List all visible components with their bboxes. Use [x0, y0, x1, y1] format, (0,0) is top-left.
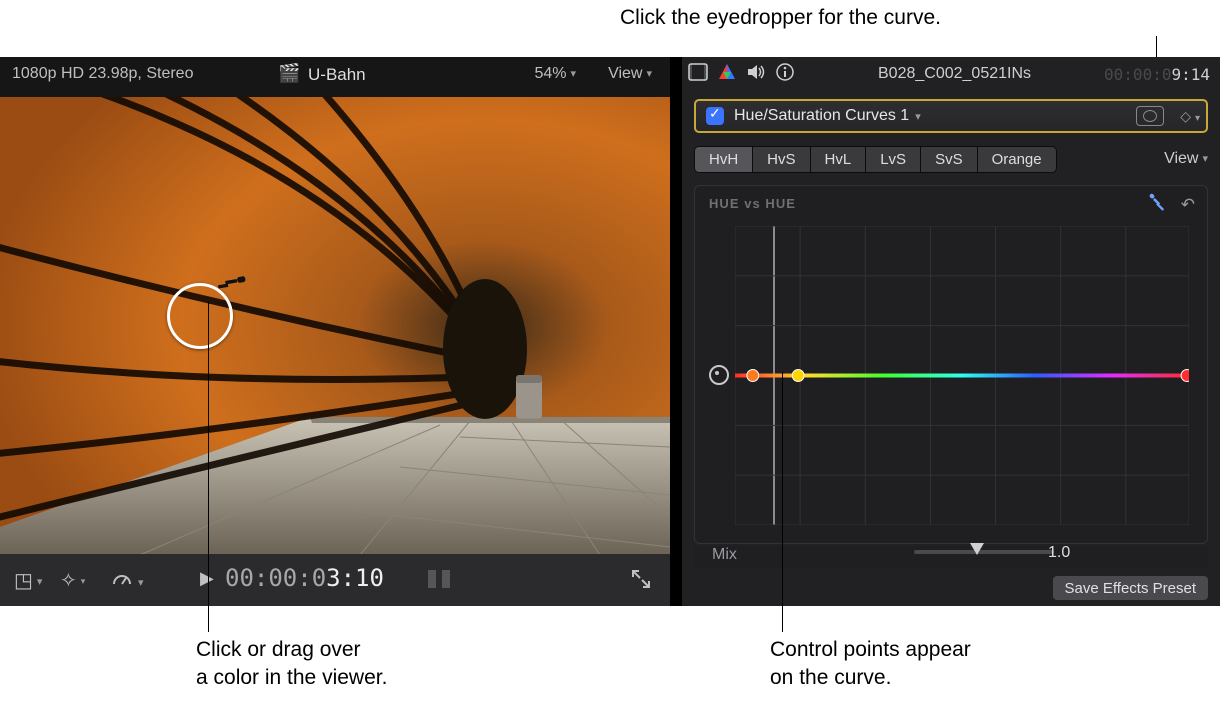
mix-slider-thumb[interactable]: [970, 543, 984, 555]
callout-viewer: Click or drag overa color in the viewer.: [196, 636, 387, 693]
tab-lvs[interactable]: LvS: [866, 147, 921, 172]
app-window: 1080p HD 23.98p, Stereo 🎬 U-Bahn 54%▾ Vi…: [0, 57, 1220, 606]
inspector-topbar: B028_C002_0521INs 00:00:09:14: [688, 63, 1214, 89]
effect-enable-checkbox[interactable]: [706, 107, 724, 125]
curve-panel: HUE vs HUE ↶: [694, 185, 1208, 544]
reset-curve-button[interactable]: ↶: [1181, 195, 1195, 215]
viewer-image: [0, 97, 670, 555]
tab-hvs[interactable]: HvS: [753, 147, 810, 172]
curve-view-menu[interactable]: View▾: [1164, 150, 1208, 168]
color-inspector-icon[interactable]: [718, 63, 736, 86]
tab-orange[interactable]: Orange: [978, 147, 1056, 172]
tab-hvl[interactable]: HvL: [811, 147, 867, 172]
tab-svs[interactable]: SvS: [921, 147, 978, 172]
mix-value[interactable]: 1.0: [1048, 544, 1070, 562]
effect-name[interactable]: Hue/Saturation Curves 1▾: [734, 107, 921, 125]
transform-menu[interactable]: ◳▾: [14, 568, 42, 593]
viewer-pane: 1080p HD 23.98p, Stereo 🎬 U-Bahn 54%▾ Vi…: [0, 57, 670, 606]
tab-hvh[interactable]: HvH: [695, 147, 753, 172]
save-effects-preset-button[interactable]: Save Effects Preset: [1053, 576, 1208, 600]
inspector-clip-name: B028_C002_0521INs: [878, 65, 1031, 83]
info-inspector-icon[interactable]: [776, 63, 794, 86]
play-button[interactable]: ▶: [200, 568, 214, 589]
viewer-topbar: 1080p HD 23.98p, Stereo 🎬 U-Bahn 54%▾ Vi…: [0, 63, 670, 89]
inspector-timecode: 00:00:09:14: [1104, 65, 1210, 84]
clapperboard-icon[interactable]: 🎬: [278, 63, 300, 84]
curve-global-control[interactable]: [709, 365, 729, 385]
inspector-pane: B028_C002_0521INs 00:00:09:14 Hue/Satura…: [682, 57, 1220, 606]
curve-tab-row: HvH HvS HvL LvS SvS Orange View▾: [694, 145, 1208, 173]
keyframe-icon[interactable]: ◇▾: [1180, 108, 1200, 125]
curve-type-segmented[interactable]: HvH HvS HvL LvS SvS Orange: [694, 146, 1057, 173]
callout-line-left: [208, 302, 209, 632]
retime-menu[interactable]: ▾: [110, 568, 144, 594]
eyedropper-loupe[interactable]: [167, 275, 241, 349]
mix-label: Mix: [712, 546, 737, 564]
effect-header[interactable]: Hue/Saturation Curves 1▾ ◇▾: [694, 99, 1208, 133]
viewer-canvas[interactable]: [0, 97, 670, 555]
viewer-timecode[interactable]: 00:00:03:10: [225, 564, 384, 592]
viewer-toolbar: ◳▾ ✧▾ ▾ ▶ 00:00:03:10: [0, 554, 670, 606]
fullscreen-button[interactable]: [630, 568, 652, 596]
callout-eyedropper: Click the eyedropper for the curve.: [620, 4, 941, 32]
mix-slider-track[interactable]: [914, 550, 1054, 554]
enhance-menu[interactable]: ✧▾: [60, 568, 85, 593]
mask-icon[interactable]: [1136, 106, 1164, 126]
project-title: U-Bahn: [308, 65, 366, 85]
view-menu[interactable]: View▾: [608, 65, 652, 83]
audio-inspector-icon[interactable]: [746, 63, 766, 86]
pane-divider[interactable]: [670, 57, 682, 606]
zoom-menu[interactable]: 54%▾: [534, 65, 576, 83]
curve-title: HUE vs HUE: [709, 196, 796, 211]
hue-curve-editor[interactable]: [735, 226, 1189, 525]
video-inspector-icon[interactable]: [688, 63, 708, 86]
format-label: 1080p HD 23.98p, Stereo: [12, 65, 193, 83]
mix-row: Mix 1.0: [694, 546, 1208, 568]
skimmer-indicator: [422, 566, 458, 598]
callout-line-right: [782, 372, 783, 632]
callout-controlpoints: Control points appearon the curve.: [770, 636, 971, 693]
eyedropper-button[interactable]: [1147, 192, 1167, 217]
